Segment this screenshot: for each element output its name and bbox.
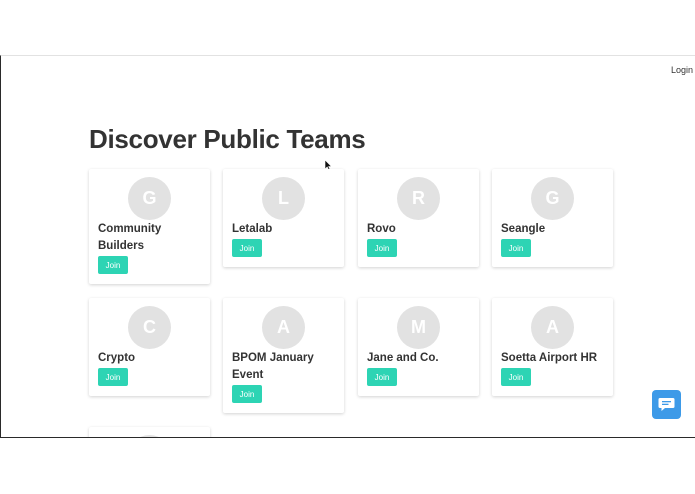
team-avatar: R: [397, 177, 440, 220]
team-card[interactable]: A Soetta Airport HR Join: [492, 298, 613, 396]
team-name: Seangle: [501, 223, 546, 235]
team-card[interactable]: M Jane and Co. Join: [358, 298, 479, 396]
team-name: BPOM January Event: [232, 352, 314, 381]
team-card[interactable]: R Rovo Join: [358, 169, 479, 267]
join-button[interactable]: Join: [232, 239, 262, 257]
team-avatar: M: [397, 306, 440, 349]
join-button[interactable]: Join: [367, 239, 397, 257]
team-avatar: A: [531, 306, 574, 349]
team-name: Community Builders: [98, 223, 162, 252]
page-title: Discover Public Teams: [89, 124, 366, 154]
team-name: Crypto: [98, 352, 136, 364]
chat-bubble-icon: [658, 398, 675, 411]
app-viewport: Login Discover Public Teams G Community …: [0, 55, 695, 438]
chat-button[interactable]: [652, 390, 681, 419]
join-button[interactable]: Join: [501, 239, 531, 257]
team-card[interactable]: A BPOM January Event Join: [223, 298, 344, 413]
team-avatar: C: [128, 306, 171, 349]
team-card[interactable]: G Seangle Join: [492, 169, 613, 267]
team-card[interactable]: L Letalab Join: [223, 169, 344, 267]
join-button[interactable]: Join: [367, 368, 397, 386]
team-name: Jane and Co.: [367, 352, 439, 364]
team-avatar: G: [128, 177, 171, 220]
team-avatar: G: [531, 177, 574, 220]
join-button[interactable]: Join: [98, 256, 128, 274]
team-name: Letalab: [232, 223, 273, 235]
join-button[interactable]: Join: [98, 368, 128, 386]
team-avatar: A: [262, 306, 305, 349]
team-name: Soetta Airport HR: [501, 352, 598, 364]
team-card[interactable]: C Crypto Join: [89, 298, 210, 396]
team-avatar: [128, 435, 171, 437]
team-avatar: L: [262, 177, 305, 220]
join-button[interactable]: Join: [232, 385, 262, 403]
login-link[interactable]: Login: [671, 65, 693, 75]
join-button[interactable]: Join: [501, 368, 531, 386]
team-name: Rovo: [367, 223, 396, 235]
team-card[interactable]: [89, 427, 210, 437]
team-card[interactable]: G Community Builders Join: [89, 169, 210, 284]
